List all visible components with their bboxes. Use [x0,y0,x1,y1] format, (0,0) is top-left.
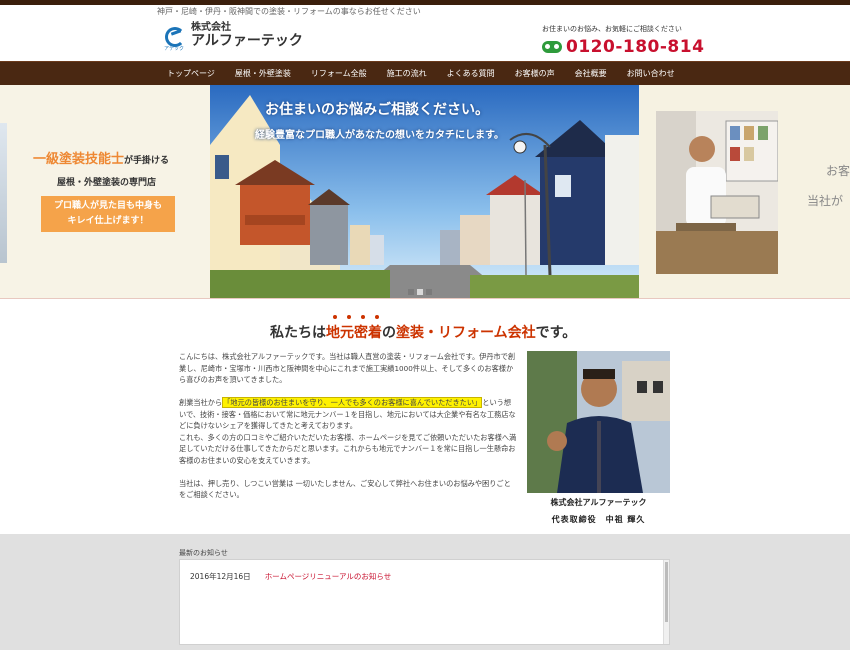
site-logo[interactable]: アテック 株式会社 アルファーテック [163,22,303,52]
badge-line2: キレイ仕上げます！ [67,216,149,226]
owner-company-caption: 株式会社アルファーテック [550,497,647,507]
intro-p2-highlight: 「地元の皆様のお住まいを守り、一人でも多くのお客様に喜んでいただきたい」 [222,397,483,408]
emphasis-dot [333,315,337,319]
slider-dot[interactable] [408,289,414,295]
emphasis-dots [331,315,381,320]
nav-item-faq[interactable]: よくある質問 [437,62,505,85]
company-intro: こんにちは、株式会社アルファーテックです。当社は職人直営の塗装・リフォーム会社で… [179,351,517,512]
hero-slider: 一級塗装技能士が手掛ける 屋根・外壁塗装の専門店 プロ職人が見た目も中身も キレ… [0,85,850,298]
title-highlight-local: 地元密着 [326,325,382,341]
craftsman-photo [656,111,778,274]
top-border [0,0,850,5]
phone-link[interactable]: 0120-180-814 [542,37,704,57]
hero-left-badge: プロ職人が見た目も中身も キレイ仕上げます！ [41,196,175,232]
nav-item-company[interactable]: 会社概要 [565,62,617,85]
title-mid: の [382,325,396,341]
owner-photo [527,351,670,493]
intro-paragraph-2: 創業当社から「地元の皆様のお住まいを守り、一人でも多くのお客様に喜んでいただきた… [179,397,517,466]
emphasis-dot [361,315,365,319]
nav-item-roof-wall[interactable]: 屋根・外壁塗装 [225,62,301,85]
nav-item-voice[interactable]: お客様の声 [505,62,565,85]
owner-profile: 株式会社アルファーテック 代表取締役 中祖 輝久 [527,351,670,525]
header-contact: お住まいのお悩み、お気軽にご相談ください 0120-180-814 [542,24,704,57]
logo-company-prefix: 株式会社 [191,22,231,33]
emphasis-dot [375,315,379,319]
hero-divider [0,298,850,299]
title-pre: 私たちは [270,325,326,341]
intro-paragraph-4: 当社は、押し売り、しつこい営業は 一切いたしません、ご安心して弊社へお住まいのお… [179,478,511,500]
nav-item-flow[interactable]: 施工の流れ [377,62,437,85]
news-link[interactable]: ホームページリニューアルのお知らせ [265,571,392,582]
phone-number: 0120-180-814 [566,37,705,57]
slider-pagination [408,289,432,295]
hero-right-slide[interactable]: お客 当社が [639,85,850,298]
nav-item-top[interactable]: トップページ [157,62,225,85]
hero-right-text1: お客 [826,164,850,178]
slider-dot[interactable] [426,289,432,295]
logo-sub-text: アテック [163,46,184,52]
hero-left-title: 一級塗装技能士が手掛ける [33,148,169,167]
building-strip-image [0,123,7,263]
emphasis-dot [347,315,351,319]
contact-lead: お住まいのお悩み、お気軽にご相談ください [542,25,682,33]
hero-left-accent: 一級塗装技能士 [33,152,125,167]
badge-line1: プロ職人が見た目も中身も [53,201,162,211]
news-item: 2016年12月16日 ホームページリニューアルのお知らせ [190,571,391,582]
hero-main-slide[interactable]: お住まいのお悩みご相談ください。 経験豊富なプロ職人があなたの想いをカタチにしま… [210,85,639,298]
hero-main-title: お住まいのお悩みご相談ください。 [265,102,489,118]
news-section: 最新のお知らせ 2016年12月16日 ホームページリニューアルのお知らせ [0,534,850,650]
logo-mark-icon: アテック [163,25,185,52]
section-title: 私たちは地元密着の塗装・リフォーム会社です。 [270,322,576,342]
owner-name-caption: 代表取締役 中祖 輝久 [551,514,646,524]
slider-dot-active[interactable] [417,289,423,295]
news-scrollbar[interactable] [663,560,669,644]
freedial-icon [542,41,562,53]
hero-main-subtitle: 経験豊富なプロ職人があなたの想いをカタチにします。 [255,130,504,141]
title-highlight-company: 塗装・リフォーム会社 [396,325,536,341]
intro-paragraph-1: こんにちは、株式会社アルファーテックです。当社は職人直営の塗装・リフォーム会社で… [179,352,516,384]
hero-left-title-rest: が手掛ける [124,156,170,166]
header-tagline: 神戸・尼崎・伊丹・阪神間での塗装・リフォームの事ならお任せください [157,7,421,16]
intro-p3: これも、多くの方の口コミやご紹介いただいたお客様、ホームページを見てご依頼いただ… [179,432,517,465]
news-label: 最新のお知らせ [179,549,228,557]
news-date: 2016年12月16日 [190,572,251,581]
intro-p2-pre: 創業当社から [179,398,223,407]
nav-item-contact[interactable]: お問い合わせ [617,62,685,85]
hero-left-slide[interactable]: 一級塗装技能士が手掛ける 屋根・外壁塗装の専門店 プロ職人が見た目も中身も キレ… [0,85,210,298]
nav-item-reform[interactable]: リフォーム全般 [301,62,377,85]
title-post: です。 [535,325,577,341]
global-nav: トップページ 屋根・外壁塗装 リフォーム全般 施工の流れ よくある質問 お客様の… [0,61,850,85]
logo-company-name: アルファーテック [191,33,303,49]
hero-left-subtitle: 屋根・外壁塗装の専門店 [57,178,157,188]
news-scroll-thumb[interactable] [665,562,668,622]
news-list[interactable]: 2016年12月16日 ホームページリニューアルのお知らせ [179,559,670,645]
hero-right-text2: 当社が [807,194,844,208]
